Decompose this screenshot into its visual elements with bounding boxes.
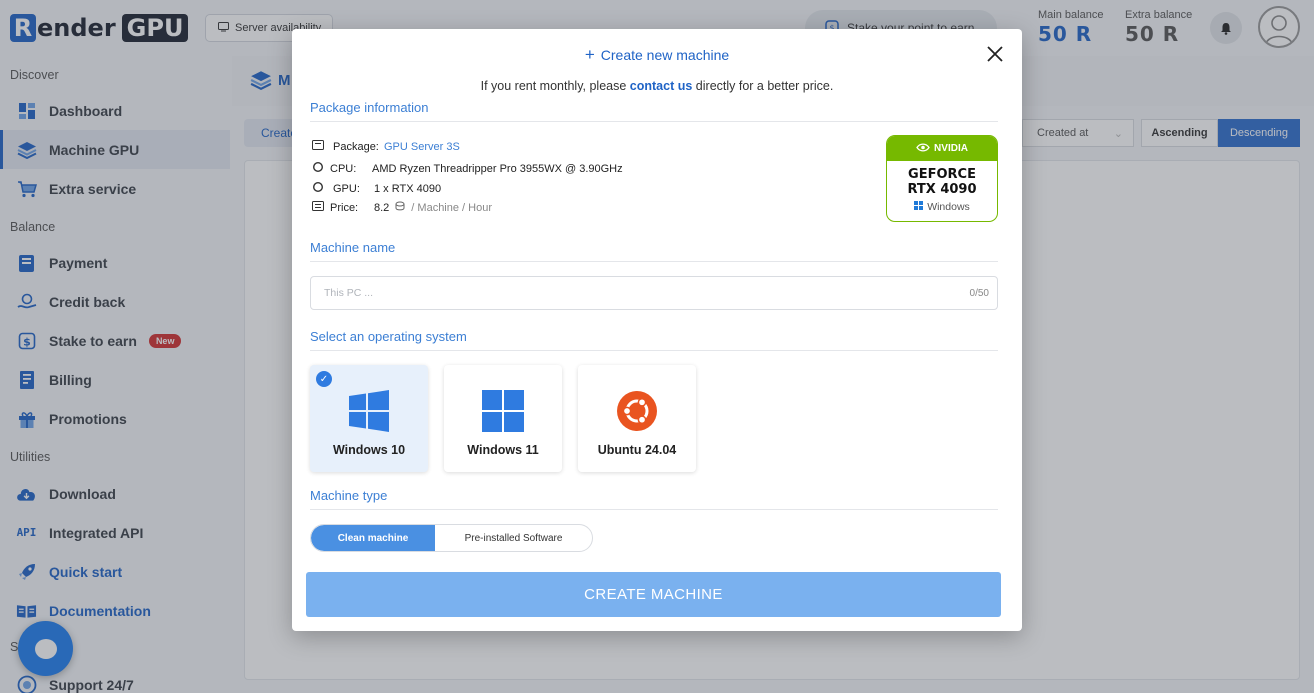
create-machine-modal: + Create new machine If you rent monthly,… xyxy=(292,29,1022,631)
windows-icon xyxy=(914,201,924,213)
ubuntu-icon xyxy=(615,389,659,433)
note-text-after: directly for a better price. xyxy=(695,79,834,93)
price-label: Price: xyxy=(330,201,359,214)
spec-cpu: CPU: AMD Ryzen Threadripper Pro 3955WX @… xyxy=(312,161,623,176)
price-icon xyxy=(312,201,324,214)
os-option-ubuntu[interactable]: Ubuntu 24.04 xyxy=(578,365,696,472)
os-option-windows-10[interactable]: ✓ Windows 10 xyxy=(310,365,428,472)
modal-title: + Create new machine xyxy=(292,45,1022,65)
modal-title-text: Create new machine xyxy=(600,47,730,63)
machine-name-input[interactable] xyxy=(324,287,970,299)
section-machine-type: Machine type xyxy=(310,488,998,510)
gpu-card-image: NVIDIA GEFORCE RTX 4090 Windows xyxy=(886,135,998,222)
os-label: Windows 11 xyxy=(467,443,539,457)
clean-machine-option[interactable]: Clean machine xyxy=(311,525,435,551)
spec-gpu: GPU: 1 x RTX 4090 xyxy=(312,181,441,196)
section-machine-name: Machine name xyxy=(310,240,998,262)
create-machine-button[interactable]: CREATE MACHINE xyxy=(306,572,1001,617)
pre-installed-software-option[interactable]: Pre-installed Software xyxy=(435,525,592,551)
plus-icon: + xyxy=(584,45,595,64)
cpu-label: CPU: xyxy=(330,162,357,175)
package-value[interactable]: GPU Server 3S xyxy=(384,141,460,153)
char-counter: 0/50 xyxy=(969,287,989,299)
price-unit: / Machine / Hour xyxy=(411,201,492,214)
gpu-value: 1 x RTX 4090 xyxy=(374,182,442,195)
note-text-before: If you rent monthly, please xyxy=(480,79,627,93)
spec-package: Package: GPU Server 3S xyxy=(312,140,460,153)
monthly-rent-note: If you rent monthly, please contact us d… xyxy=(292,79,1022,93)
gpu-label: GPU: xyxy=(333,182,360,195)
os-label: Windows 10 xyxy=(332,443,406,457)
contact-us-link[interactable]: contact us xyxy=(630,79,693,93)
cpu-value: AMD Ryzen Threadripper Pro 3955WX @ 3.90… xyxy=(372,162,623,175)
os-label: Ubuntu 24.04 xyxy=(597,443,677,457)
package-icon xyxy=(312,140,324,153)
coin-stack-icon xyxy=(395,201,405,214)
gpu-icon xyxy=(312,181,324,196)
spec-price: Price: 8.2 / Machine / Hour xyxy=(312,201,492,214)
check-icon: ✓ xyxy=(316,371,332,387)
cpu-icon xyxy=(312,161,324,176)
nvidia-brand: NVIDIA xyxy=(934,143,968,154)
section-operating-system: Select an operating system xyxy=(310,329,998,351)
windows-11-icon xyxy=(481,389,525,433)
nvidia-brand-bar: NVIDIA xyxy=(887,136,997,161)
machine-name-field[interactable]: 0/50 xyxy=(310,276,998,310)
package-label: Package: xyxy=(333,140,379,153)
price-value: 8.2 xyxy=(374,201,390,214)
section-package-information: Package information xyxy=(310,100,998,122)
os-option-windows-11[interactable]: Windows 11 xyxy=(444,365,562,472)
windows-10-icon xyxy=(347,389,391,433)
gpu-card-os: Windows xyxy=(887,201,997,213)
machine-type-toggle: Clean machine Pre-installed Software xyxy=(310,524,593,552)
geforce-line: GEFORCE RTX 4090 xyxy=(907,167,977,197)
nvidia-eye-icon xyxy=(916,142,930,155)
close-icon[interactable] xyxy=(985,45,1005,65)
gpu-card-os-label: Windows xyxy=(927,201,970,213)
